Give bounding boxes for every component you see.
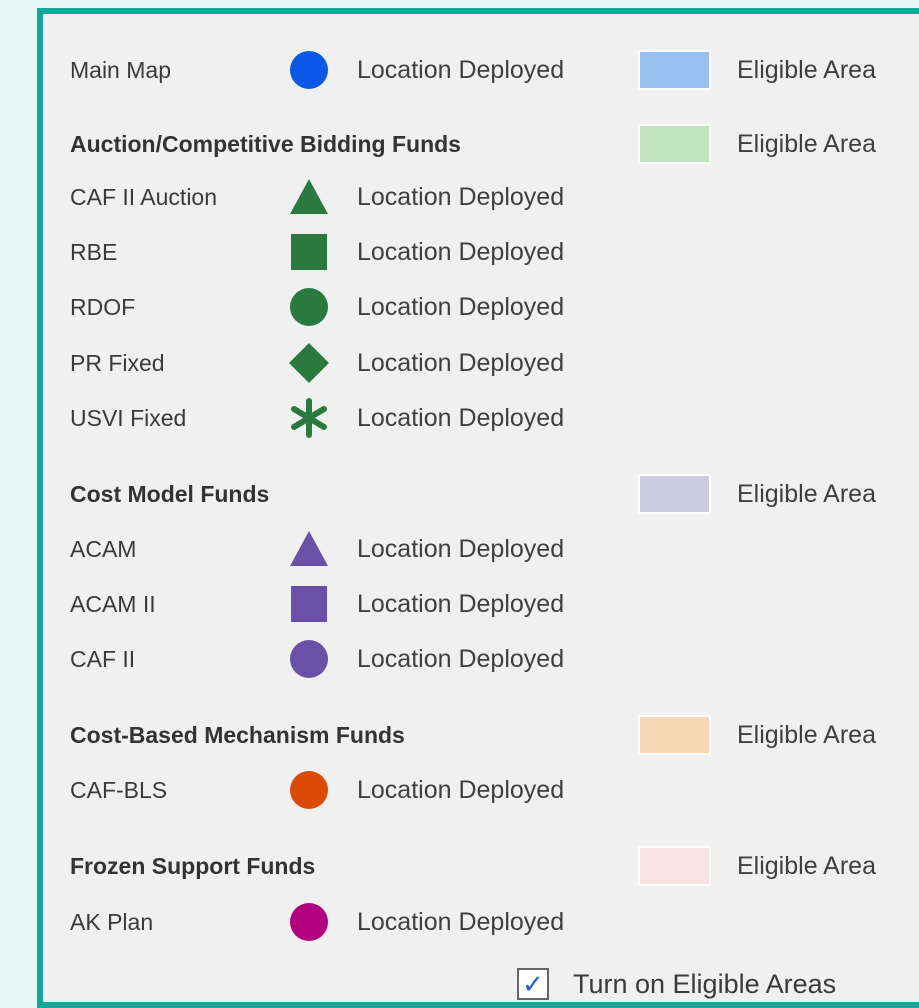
location-deployed-label: Location Deployed — [357, 535, 565, 563]
location-deployed-label: Location Deployed — [357, 293, 565, 321]
cost-model-heading-row: Cost Model Funds Eligible Area — [43, 474, 919, 514]
rbe-label: RBE — [70, 239, 118, 265]
circle-icon — [290, 903, 328, 941]
caf-ii-auction-row: CAF II Auction Location Deployed — [43, 177, 919, 217]
frozen-heading: Frozen Support Funds — [70, 853, 316, 879]
location-deployed-label: Location Deployed — [357, 56, 565, 84]
main-map-eligible-swatch — [638, 50, 711, 90]
usvi-fixed-row: USVI Fixed Location Deployed — [43, 398, 919, 438]
frozen-eligible-swatch — [638, 846, 711, 886]
legend-panel: Main Map Location Deployed Eligible Area… — [37, 8, 919, 1008]
caf-ii-auction-label: CAF II Auction — [70, 184, 218, 210]
eligible-area-label: Eligible Area — [737, 721, 876, 749]
circle-icon — [290, 640, 328, 678]
auction-heading: Auction/Competitive Bidding Funds — [70, 131, 461, 157]
main-map-label: Main Map — [70, 57, 171, 83]
acam-ii-label: ACAM II — [70, 591, 156, 617]
asterisk-icon — [291, 398, 327, 438]
caf-bls-row: CAF-BLS Location Deployed — [43, 770, 919, 810]
eligible-area-label: Eligible Area — [737, 480, 876, 508]
eligible-area-label: Eligible Area — [737, 852, 876, 880]
auction-eligible-swatch — [638, 124, 711, 164]
rdof-row: RDOF Location Deployed — [43, 287, 919, 327]
main-map-row: Main Map Location Deployed Eligible Area — [43, 50, 919, 90]
diamond-icon — [289, 343, 329, 383]
circle-icon — [290, 771, 328, 809]
acam-row: ACAM Location Deployed — [43, 529, 919, 569]
location-deployed-label: Location Deployed — [357, 590, 565, 618]
ak-plan-label: AK Plan — [70, 909, 154, 935]
usvi-fixed-label: USVI Fixed — [70, 405, 187, 431]
circle-icon — [290, 288, 328, 326]
eligible-areas-checkbox[interactable]: ✓ — [517, 968, 549, 1000]
blue-circle-icon — [290, 51, 328, 89]
cost-based-heading-row: Cost-Based Mechanism Funds Eligible Area — [43, 715, 919, 755]
frozen-heading-row: Frozen Support Funds Eligible Area — [43, 846, 919, 886]
ak-plan-row: AK Plan Location Deployed — [43, 902, 919, 942]
caf-ii-label: CAF II — [70, 646, 136, 672]
cost-model-eligible-swatch — [638, 474, 711, 514]
cost-based-heading: Cost-Based Mechanism Funds — [70, 722, 405, 748]
square-icon — [291, 234, 327, 270]
acam-label: ACAM — [70, 536, 137, 562]
eligible-area-label: Eligible Area — [737, 130, 876, 158]
rdof-label: RDOF — [70, 294, 136, 320]
location-deployed-label: Location Deployed — [357, 183, 565, 211]
pr-fixed-label: PR Fixed — [70, 350, 165, 376]
pr-fixed-row: PR Fixed Location Deployed — [43, 343, 919, 383]
triangle-icon — [290, 531, 328, 566]
location-deployed-label: Location Deployed — [357, 645, 565, 673]
location-deployed-label: Location Deployed — [357, 908, 565, 936]
eligible-areas-toggle-label[interactable]: Turn on Eligible Areas — [573, 964, 836, 1004]
acam-ii-row: ACAM II Location Deployed — [43, 584, 919, 624]
location-deployed-label: Location Deployed — [357, 349, 565, 377]
cost-model-heading: Cost Model Funds — [70, 481, 270, 507]
location-deployed-label: Location Deployed — [357, 238, 565, 266]
caf-bls-label: CAF-BLS — [70, 777, 168, 803]
location-deployed-label: Location Deployed — [357, 776, 565, 804]
triangle-icon — [290, 179, 328, 214]
square-icon — [291, 586, 327, 622]
caf-ii-row: CAF II Location Deployed — [43, 639, 919, 679]
rbe-row: RBE Location Deployed — [43, 232, 919, 272]
cost-based-eligible-swatch — [638, 715, 711, 755]
auction-heading-row: Auction/Competitive Bidding Funds Eligib… — [43, 124, 919, 164]
location-deployed-label: Location Deployed — [357, 404, 565, 432]
eligible-area-label: Eligible Area — [737, 56, 876, 84]
